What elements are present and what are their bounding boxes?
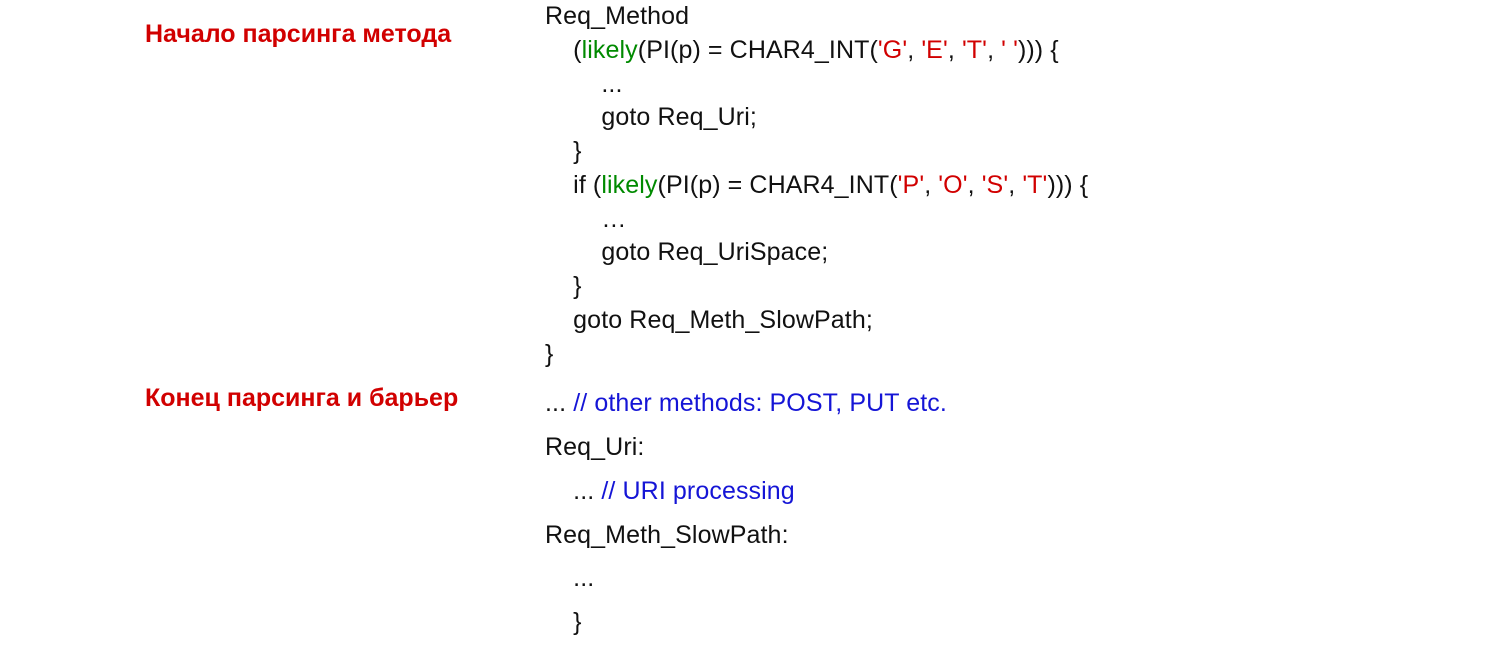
code-frag: (PI(p) = CHAR4_INT( <box>638 36 878 64</box>
code-l16: ... <box>545 562 1499 596</box>
code-frag: // other methods: POST, PUT etc. <box>573 389 947 417</box>
code-frag: 'O' <box>938 171 967 199</box>
code-l12: ... // other methods: POST, PUT etc. <box>545 387 1499 421</box>
code-frag: ( <box>545 36 582 64</box>
code-block-2: ... // other methods: POST, PUT etc. Req… <box>545 387 1499 640</box>
code-l04: goto Req_Uri; <box>545 101 1499 135</box>
code-frag: likely <box>582 36 638 64</box>
code-frag: 'E' <box>921 36 948 64</box>
code-l01: Req_Method <box>545 0 1499 34</box>
code-frag: ... <box>545 389 573 417</box>
code-frag: ... <box>545 477 601 505</box>
annotation-end: Конец парсинга и барьер <box>145 382 545 416</box>
code-frag: , <box>924 171 938 199</box>
code-frag: , <box>907 36 921 64</box>
code-frag: 'T' <box>1022 171 1047 199</box>
code-l17: } <box>545 606 1499 640</box>
annotation-start: Начало парсинга метода <box>145 18 545 52</box>
code-frag: , <box>1008 171 1022 199</box>
code-frag: ))) { <box>1018 36 1059 64</box>
code-frag: , <box>968 171 982 199</box>
annotations-column: Начало парсинга метода Конец парсинга и … <box>0 0 545 640</box>
code-l07: … <box>545 203 1499 237</box>
code-frag: // URI processing <box>601 477 794 505</box>
code-column: Req_Method (likely(PI(p) = CHAR4_INT('G'… <box>545 0 1499 640</box>
code-l09: } <box>545 270 1499 304</box>
code-l02: (likely(PI(p) = CHAR4_INT('G', 'E', 'T',… <box>545 34 1499 68</box>
code-frag: , <box>987 36 1001 64</box>
code-frag: ))) { <box>1047 171 1088 199</box>
code-l13: Req_Uri: <box>545 431 1499 465</box>
code-l05: } <box>545 135 1499 169</box>
slide-container: Начало парсинга метода Конец парсинга и … <box>0 0 1499 640</box>
code-frag: 'P' <box>898 171 925 199</box>
code-frag: if ( <box>545 171 601 199</box>
code-l10: goto Req_Meth_SlowPath; <box>545 304 1499 338</box>
code-frag: ' ' <box>1001 36 1018 64</box>
code-frag: (PI(p) = CHAR4_INT( <box>658 171 898 199</box>
code-frag: 'T' <box>962 36 987 64</box>
code-l15: Req_Meth_SlowPath: <box>545 519 1499 553</box>
code-l06: if (likely(PI(p) = CHAR4_INT('P', 'O', '… <box>545 169 1499 203</box>
code-l03: ... <box>545 68 1499 102</box>
code-l14: ... // URI processing <box>545 475 1499 509</box>
code-frag: 'G' <box>878 36 907 64</box>
code-l11: } <box>545 338 1499 372</box>
code-frag: , <box>948 36 962 64</box>
code-frag: 'S' <box>982 171 1009 199</box>
code-frag: likely <box>601 171 657 199</box>
code-l08: goto Req_UriSpace; <box>545 236 1499 270</box>
